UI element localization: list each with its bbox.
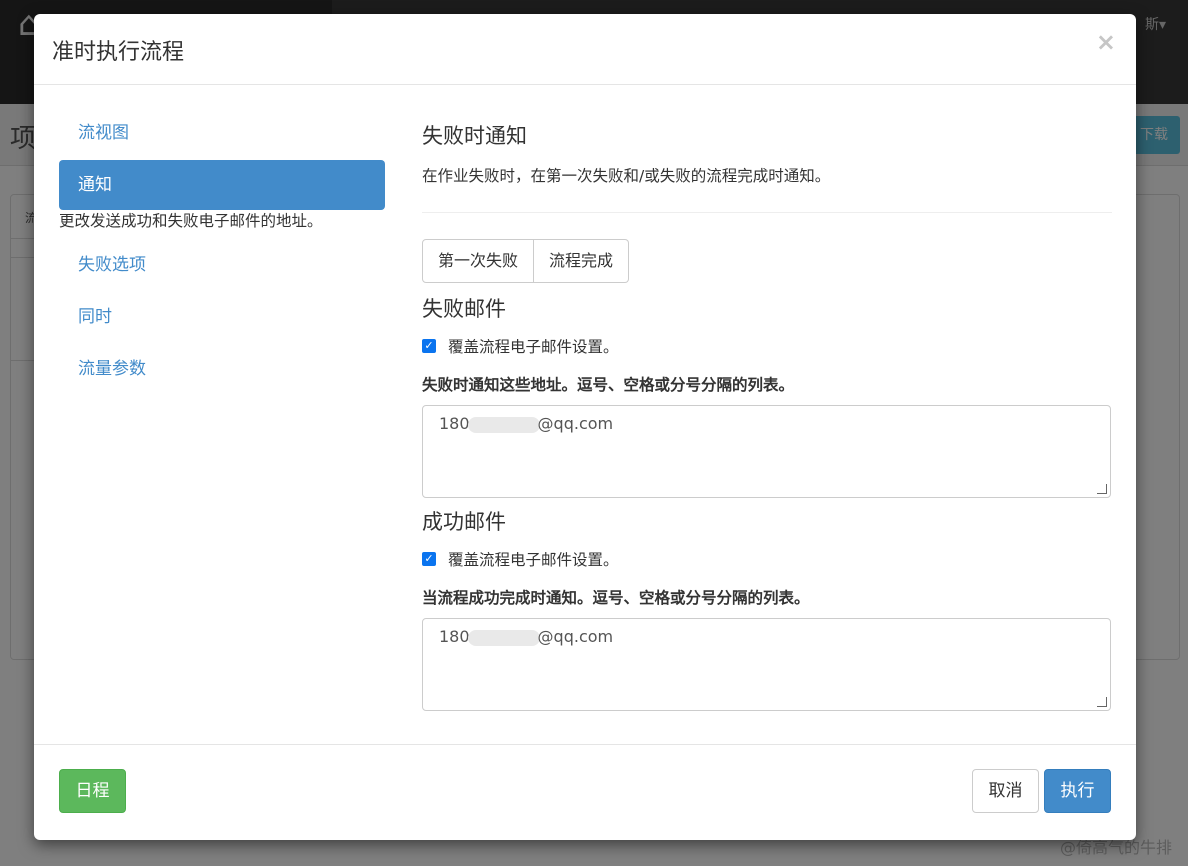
failure-email-suffix: @qq.com [537,414,614,433]
sidebar-item-flow-parameters[interactable]: 流量参数 [59,344,385,394]
modal-footer: 日程 取消 执行 [34,744,1136,840]
resize-handle-icon[interactable] [1097,697,1107,707]
success-email-suffix: @qq.com [537,627,614,646]
success-email-prefix: 180 [439,627,470,646]
failure-override-row: ✓ 覆盖流程电子邮件设置。 [422,335,1112,357]
schedule-button[interactable]: 日程 [59,769,126,813]
section-heading: 失败时通知 [422,124,527,148]
success-email-textarea[interactable]: 180 @qq.com [422,618,1111,711]
modal-header: 准时执行流程 × [34,14,1136,85]
resize-handle-icon[interactable] [1097,484,1107,494]
failure-email-textarea[interactable]: 180 @qq.com [422,405,1111,498]
success-override-checkbox[interactable]: ✓ [422,552,436,566]
section-description: 在作业失败时，在第一次失败和/或失败的流程完成时通知。 [422,167,831,185]
divider [422,212,1112,213]
execute-button[interactable]: 执行 [1044,769,1111,813]
sidebar-item-notification[interactable]: 通知 [59,160,385,210]
first-failure-button[interactable]: 第一次失败 [422,239,535,283]
sidebar-item-flow-view[interactable]: 流视图 [59,108,385,158]
failure-override-label: 覆盖流程电子邮件设置。 [448,338,619,356]
success-override-label: 覆盖流程电子邮件设置。 [448,551,619,569]
failure-override-checkbox[interactable]: ✓ [422,339,436,353]
sidebar-item-concurrent[interactable]: 同时 [59,292,385,342]
failure-email-prefix: 180 [439,414,470,433]
close-icon[interactable]: × [1096,28,1116,56]
notify-toggle-group: 第一次失败 流程完成 [422,239,1112,283]
flow-complete-button[interactable]: 流程完成 [534,239,630,283]
execute-flow-modal: 准时执行流程 × 流视图 通知 更改发送成功和失败电子邮件的地址。 失败选项 同… [34,14,1136,840]
modal-sidebar: 流视图 通知 更改发送成功和失败电子邮件的地址。 失败选项 同时 流量参数 [59,108,385,396]
failure-email-heading: 失败邮件 [422,297,506,321]
success-email-label: 当流程成功完成时通知。逗号、空格或分号分隔的列表。 [422,589,810,607]
redacted-mask [467,629,540,646]
success-email-heading: 成功邮件 [422,510,506,534]
failure-email-label: 失败时通知这些地址。逗号、空格或分号分隔的列表。 [422,376,795,394]
sidebar-item-description: 更改发送成功和失败电子邮件的地址。 [59,212,323,230]
cancel-button[interactable]: 取消 [972,769,1039,813]
modal-title: 准时执行流程 [52,40,185,65]
success-override-row: ✓ 覆盖流程电子邮件设置。 [422,548,1112,570]
notification-panel: 失败时通知 在作业失败时，在第一次失败和/或失败的流程完成时通知。 第一次失败 … [422,108,1112,711]
sidebar-item-failure-options[interactable]: 失败选项 [59,240,385,290]
redacted-mask [467,416,540,433]
